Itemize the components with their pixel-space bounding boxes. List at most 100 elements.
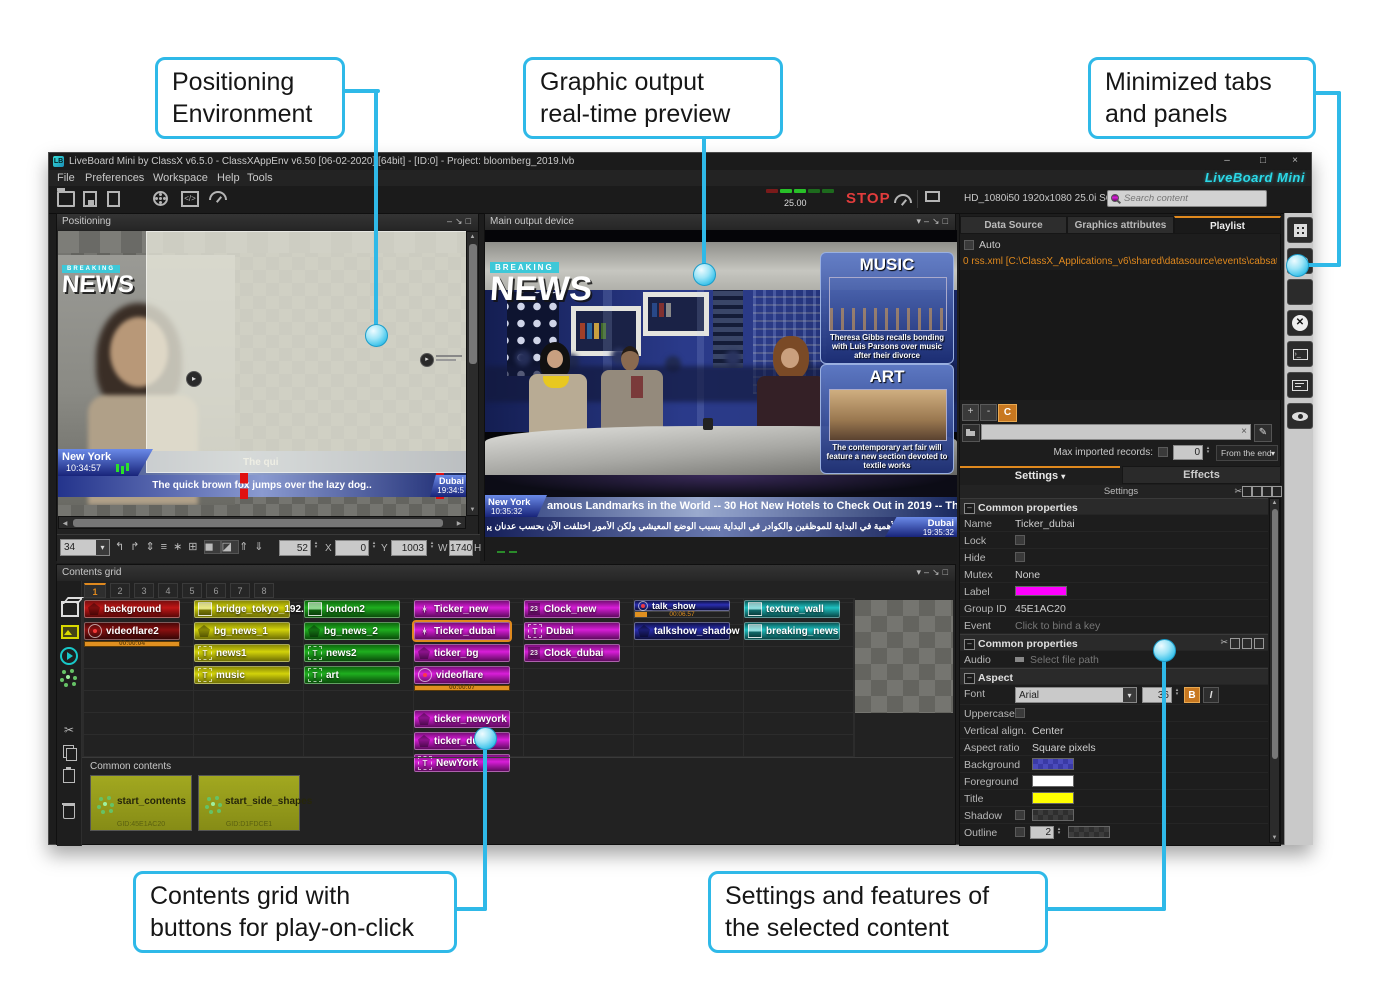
max-records-input[interactable]: 0 [1173,445,1203,460]
content-button[interactable]: talkshow_shadow [634,622,730,640]
italic-button[interactable]: I [1203,687,1219,703]
font-size-spinner[interactable]: ▴▾ [1173,688,1181,696]
datasource-entry[interactable]: 0 rss.xml [C:\ClassX_Applications_v6\sha… [963,256,1277,267]
grid-tab-3[interactable]: 3 [134,583,154,598]
cut-icon[interactable]: ✂ [59,723,79,737]
play-content-icon[interactable] [60,647,78,665]
audio-path-field[interactable]: Select file path [1030,654,1099,666]
y-input[interactable]: 1003 [391,540,427,556]
ticker-handle-left[interactable] [240,473,248,499]
background-color-swatch[interactable] [1032,758,1074,770]
copy-prop-icon[interactable] [1242,486,1252,497]
contents-grid-controls[interactable]: ▾–↘□ [916,565,951,580]
trash-icon[interactable] [63,805,75,819]
size-input[interactable]: 52 [279,540,311,556]
content-button[interactable]: TDubai [524,622,620,640]
grid-tab-5[interactable]: 5 [182,583,202,598]
output-panel-controls[interactable]: ▾–↘□ [916,214,951,229]
uppercase-checkbox[interactable] [1015,708,1025,718]
content-button-selected[interactable]: ›|‹Ticker_dubai [414,622,510,640]
foreground-color-swatch[interactable] [1032,775,1074,787]
x-spinner[interactable]: ▴▾ [370,541,378,549]
label-color-swatch[interactable] [1015,586,1067,596]
contents-grid-header[interactable]: Contents grid ▾–↘□ [57,565,955,581]
save-project-icon[interactable] [83,191,97,207]
tab-playlist[interactable]: Playlist [1174,216,1281,234]
x-input[interactable]: 0 [335,540,369,556]
content-button[interactable]: 23Clock_new [524,600,620,618]
content-button[interactable]: Tnews1 [194,644,290,662]
hide-checkbox[interactable] [1015,552,1025,562]
performance-gauge-icon[interactable] [209,191,227,200]
refresh-button[interactable]: C [998,404,1017,422]
positioning-canvas[interactable]: BREAKING NEWS The qui ▸ ▸ New York 10:34… [58,231,466,516]
filter-input[interactable]: × [981,424,1251,440]
minimized-tab-preview[interactable] [1287,403,1313,429]
content-button[interactable]: background [84,600,180,618]
minimized-tab-monitor[interactable] [1287,372,1313,398]
menu-workspace[interactable]: Workspace [149,171,212,185]
props-scrollbar[interactable]: ▲ ▼ [1269,498,1280,843]
shadow-checkbox[interactable] [1015,810,1025,820]
paste-icon[interactable] [63,769,75,783]
content-button[interactable]: bg_news_2 [304,622,400,640]
content-button[interactable]: bg_news_1 [194,622,290,640]
search-input[interactable] [1122,191,1266,206]
mutex-value[interactable]: None [1015,569,1040,581]
cut-prop-icon[interactable]: ✂ [1234,485,1242,498]
close-button[interactable]: × [1283,153,1307,168]
menu-preferences[interactable]: Preferences [81,171,148,185]
content-button[interactable]: talk_show [634,600,730,611]
zoom-select[interactable]: 34▾ [60,539,110,556]
ratio-value[interactable]: Square pixels [1032,742,1096,754]
content-button[interactable]: Tart [304,666,400,684]
cube-icon[interactable] [61,601,79,617]
content-button[interactable]: Tnews2 [304,644,400,662]
grid-tab-7[interactable]: 7 [230,583,250,598]
content-button[interactable]: videoflare [414,666,510,684]
save-prop-icon[interactable] [1262,486,1272,497]
add-button[interactable]: + [962,404,979,421]
menu-tools[interactable]: Tools [243,171,277,185]
edit-button[interactable]: ✎ [1254,424,1272,442]
minimized-tab-grid[interactable] [1287,217,1313,243]
grid-tab-2[interactable]: 2 [110,583,130,598]
content-button[interactable]: bridge_tokyo_192... [194,600,290,618]
valign-value[interactable]: Center [1032,725,1064,737]
section-aspect[interactable]: –Aspect [960,668,1268,685]
font-select[interactable]: Arial▾ [1015,687,1137,703]
max-records-spinner[interactable]: ▴▾ [1204,446,1212,454]
y-spinner[interactable]: ▴▾ [428,541,436,549]
info-overlay-icon[interactable]: ▸ [420,353,434,367]
image-content-icon[interactable] [61,625,79,639]
menu-file[interactable]: File [53,171,79,185]
output-monitor-icon[interactable] [925,191,940,202]
title-color-swatch[interactable] [1032,792,1074,804]
mixer-gauge-icon[interactable] [894,194,912,203]
copy-icon[interactable] [1230,638,1240,649]
positioning-panel-header[interactable]: Positioning –↘□ [57,214,478,230]
tab-effects[interactable]: Effects [1122,466,1281,484]
tab-data-source[interactable]: Data Source [960,216,1067,234]
lock-checkbox[interactable] [1015,535,1025,545]
section-common-properties[interactable]: –Common properties [960,498,1268,515]
outline-width-input[interactable]: 2 [1030,826,1054,839]
selection-overlay[interactable] [146,231,466,473]
from-end-select[interactable]: From the end▾ [1216,445,1278,461]
max-records-checkbox[interactable] [1158,447,1168,457]
bold-button[interactable]: B [1184,687,1200,703]
maximize-button[interactable]: □ [1251,153,1275,168]
menu-help[interactable]: Help [213,171,244,185]
content-button[interactable]: videoflare2 [84,622,180,640]
molecule-icon[interactable] [66,675,70,679]
grid-tab-6[interactable]: 6 [206,583,226,598]
minimized-tab-move[interactable]: ✕ [1287,310,1313,336]
tab-graphics-attributes[interactable]: Graphics attributes [1067,216,1174,234]
media-reel-icon[interactable] [153,191,168,206]
play-overlay-icon[interactable]: ▸ [186,371,202,387]
grid-tab-1[interactable]: 1 [84,583,106,598]
event-bind-field[interactable]: Click to bind a key [1015,620,1100,632]
outline-checkbox[interactable] [1015,827,1025,837]
output-panel-header[interactable]: Main output device ▾–↘□ [485,214,955,230]
content-button[interactable]: ›|‹Ticker_new [414,600,510,618]
